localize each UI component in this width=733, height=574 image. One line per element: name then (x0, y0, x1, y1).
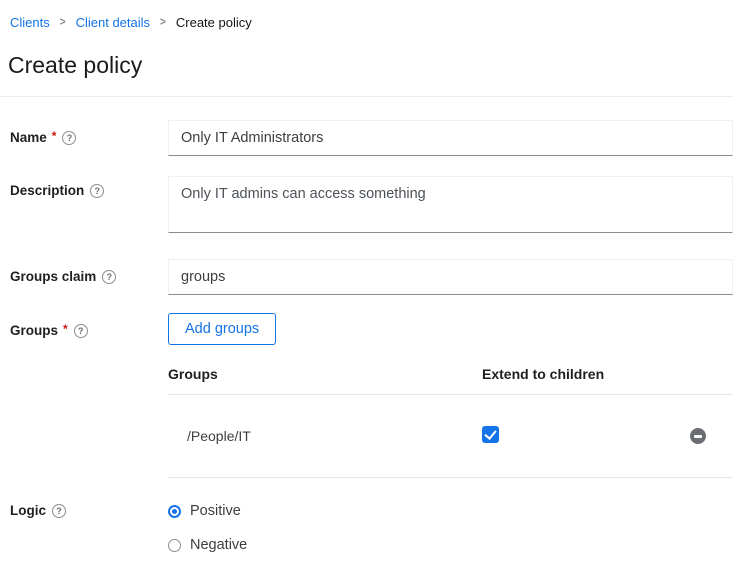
help-icon[interactable] (74, 324, 88, 338)
chevron-right-icon: > (60, 16, 66, 29)
description-textarea[interactable]: Only IT admins can access something (168, 176, 733, 233)
logic-label: Logic (10, 501, 46, 521)
breadcrumb-clients[interactable]: Clients (10, 15, 50, 30)
row-actions (673, 428, 733, 444)
page-title: Create policy (8, 50, 733, 80)
name-label: Name (10, 128, 47, 148)
name-label-group: Name * (10, 128, 168, 148)
required-asterisk: * (52, 126, 57, 146)
help-icon[interactable] (102, 270, 116, 284)
groups-claim-input[interactable] (168, 259, 733, 295)
groups-table: Groups Extend to children /People/IT (168, 353, 733, 478)
groups-label: Groups (10, 321, 58, 341)
group-path-cell: /People/IT (168, 428, 482, 444)
groups-claim-row: Groups claim (10, 259, 733, 295)
column-header-extend: Extend to children (482, 353, 673, 394)
logic-label-group: Logic (10, 501, 168, 521)
help-icon[interactable] (62, 131, 76, 145)
breadcrumb-create-policy: Create policy (176, 15, 252, 30)
create-policy-form: Name * Description Only IT admins can ac… (0, 120, 733, 555)
groups-claim-label-group: Groups claim (10, 267, 168, 287)
logic-row: Logic Positive Negative (10, 501, 733, 555)
groups-field-wrap: Add groups Groups Extend to children /Pe… (168, 313, 733, 478)
groups-claim-label: Groups claim (10, 267, 96, 287)
title-divider (0, 96, 733, 97)
required-asterisk: * (63, 319, 68, 339)
groups-label-group: Groups * (10, 313, 168, 341)
breadcrumb: Clients > Client details > Create policy (0, 0, 733, 30)
radio-unselected-icon[interactable] (168, 539, 181, 552)
create-policy-page: Clients > Client details > Create policy… (0, 0, 733, 574)
add-groups-button[interactable]: Add groups (168, 313, 276, 345)
description-field-wrap: Only IT admins can access something (168, 176, 733, 236)
radio-negative[interactable]: Negative (168, 535, 733, 555)
table-row: /People/IT (168, 395, 733, 478)
radio-positive[interactable]: Positive (168, 501, 733, 521)
description-row: Description Only IT admins can access so… (10, 176, 733, 236)
breadcrumb-client-details[interactable]: Client details (76, 15, 150, 30)
extend-to-children-checkbox[interactable] (482, 426, 499, 443)
logic-radio-group: Positive Negative (168, 501, 733, 555)
radio-negative-label: Negative (190, 537, 247, 553)
name-input[interactable] (168, 120, 733, 156)
name-row: Name * (10, 120, 733, 156)
groups-row: Groups * Add groups Groups Extend to chi… (10, 313, 733, 478)
description-label: Description (10, 181, 84, 201)
groups-claim-field-wrap (168, 259, 733, 295)
radio-selected-icon[interactable] (168, 505, 181, 518)
help-icon[interactable] (90, 184, 104, 198)
name-field-wrap (168, 120, 733, 156)
description-label-group: Description (10, 176, 168, 201)
radio-positive-label: Positive (190, 503, 241, 519)
groups-table-header: Groups Extend to children (168, 353, 733, 395)
logic-field-wrap: Positive Negative (168, 501, 733, 555)
help-icon[interactable] (52, 504, 66, 518)
column-header-groups: Groups (168, 353, 482, 394)
remove-group-icon[interactable] (690, 428, 706, 444)
chevron-right-icon: > (160, 16, 166, 29)
extend-cell (482, 426, 673, 446)
